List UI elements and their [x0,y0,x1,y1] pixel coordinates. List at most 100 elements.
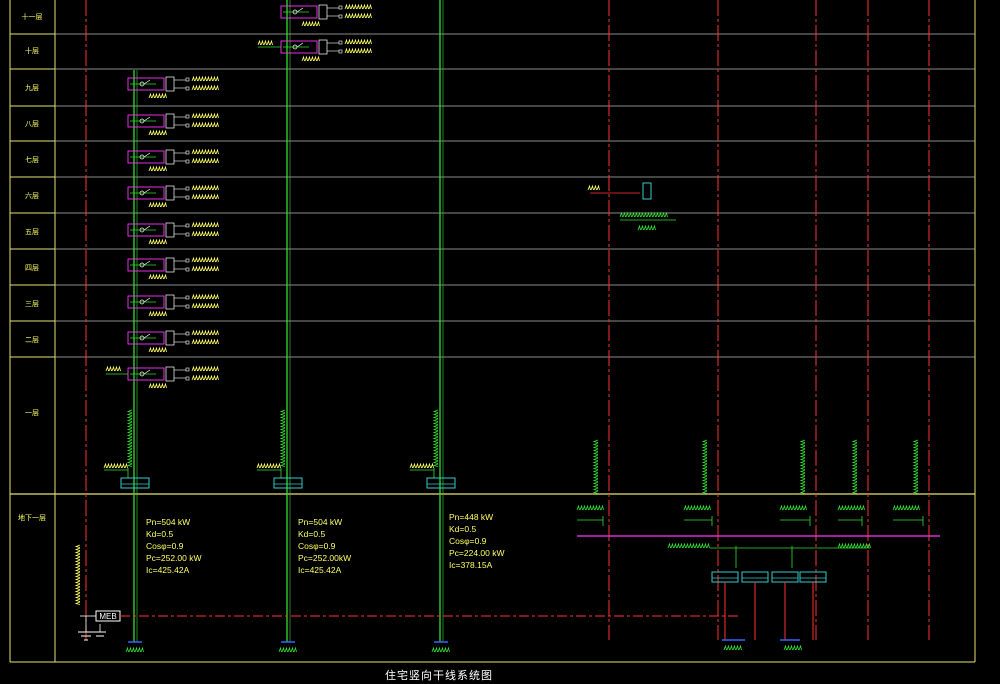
circuit-end-marker [185,186,190,191]
load-pc: Pc=252.00kW [298,553,352,563]
circuit-end-marker [338,5,343,10]
circuit-annotation [191,302,219,309]
wall-device-box [642,182,652,200]
meb-label: MEB [99,612,116,621]
floor-label: 四层 [25,264,39,272]
feeder-tag-annotation [683,504,711,511]
meter-annotation [301,55,320,62]
switchgear-box [771,571,799,583]
cable-spec-annotation [799,439,806,494]
distribution-box [120,477,150,489]
circuit-annotation [191,374,219,381]
circuit-end-marker [338,49,343,54]
circuit-annotation [191,84,219,91]
cable-spec-annotation [126,409,133,467]
floor-label: 地下一层 [18,514,46,522]
box-tag-annotation [256,462,281,469]
floor-label: 十一层 [21,13,43,21]
cable-spec-annotation [279,409,286,467]
load-cos: Cosφ=0.9 [449,536,487,546]
circuit-end-marker [185,86,190,91]
switchgear-box [741,571,769,583]
incoming-tag-annotation [257,39,273,46]
cable-spec-annotation [701,439,708,494]
outgoing-breaker-box [165,76,175,92]
switchgear-box [711,571,739,583]
circuit-annotation [344,12,372,19]
floor-label: 一层 [25,409,39,417]
circuit-annotation [191,365,219,372]
circuit-annotation [191,230,219,237]
circuit-annotation [344,47,372,54]
drawing-stage: MEB 十一层 十层 九层 八层 七层 六层 五层 四层 三层 二层 一层 地下… [0,0,1000,684]
cable-spec-annotation [851,439,858,494]
device-annotation [619,211,668,218]
circuit-annotation [191,157,219,164]
outgoing-breaker-box [165,149,175,165]
floor-label: 二层 [25,336,39,344]
circuit-annotation [191,75,219,82]
box-tag-annotation [409,462,434,469]
riser-base-label [125,646,144,653]
outgoing-breaker-box [165,185,175,201]
circuit-end-marker [185,223,190,228]
outgoing-breaker-box [165,330,175,346]
circuit-end-marker [185,258,190,263]
meter-annotation [148,201,167,208]
circuit-annotation [191,256,219,263]
breaker-contact [143,225,151,231]
feeder-base-label [723,644,742,651]
box-tag-annotation [103,462,128,469]
breaker-contact [296,7,304,13]
floor-label: 九层 [25,84,39,92]
circuit-annotation [191,329,219,336]
meter-annotation [148,92,167,99]
load-pn: Pn=504 kW [146,517,191,527]
circuit-annotation [344,3,372,10]
load-ic: Ic=425.42A [298,565,342,575]
circuit-end-marker [338,14,343,19]
feeder-base-label [783,644,802,651]
floor-label: 八层 [25,120,39,128]
breaker-contact [143,297,151,303]
load-calc-1: Pn=504 kW Kd=0.5 Cosφ=0.9 Pc=252.00 kW I… [146,516,202,576]
circuit-end-marker [185,77,190,82]
outgoing-breaker-box [165,222,175,238]
load-pc: Pc=224.00 kW [449,548,505,558]
outgoing-breaker-box [165,113,175,129]
breaker-contact [143,260,151,266]
circuit-end-marker [185,295,190,300]
load-ic: Ic=378.15A [449,560,493,570]
circuit-end-marker [185,150,190,155]
load-pc: Pc=252.00 kW [146,553,202,563]
cable-spec-annotation [912,439,919,494]
load-kd: Kd=0.5 [449,524,477,534]
breaker-contact [143,116,151,122]
cable-spec-annotation [592,439,599,494]
switchgear-box [799,571,827,583]
circuit-annotation [191,265,219,272]
circuit-annotation [344,38,372,45]
outgoing-breaker-box [165,257,175,273]
cable-spec-annotation [432,409,439,467]
load-calc-2: Pn=504 kW Kd=0.5 Cosφ=0.9 Pc=252.00kW Ic… [298,516,351,576]
outgoing-breaker-box [165,366,175,382]
floor-label: 十层 [25,47,39,55]
outgoing-breaker-box [318,4,328,20]
circuit-end-marker [338,40,343,45]
load-calc-3: Pn=448 kW Kd=0.5 Cosφ=0.9 Pc=224.00 kW I… [449,511,505,571]
outgoing-breaker-box [318,39,328,55]
meb-spec-annotation [74,544,81,605]
breaker-contact [143,152,151,158]
distribution-box [426,477,456,489]
circuit-end-marker [185,114,190,119]
breaker-contact [143,333,151,339]
meter-annotation [148,346,167,353]
feeder-tag-annotation [892,504,920,511]
floor-label: 六层 [25,192,39,200]
floor-label: 七层 [25,156,39,164]
meter-annotation [301,20,320,27]
breaker-contact [143,369,151,375]
circuit-end-marker [185,340,190,345]
breaker-contact [143,79,151,85]
